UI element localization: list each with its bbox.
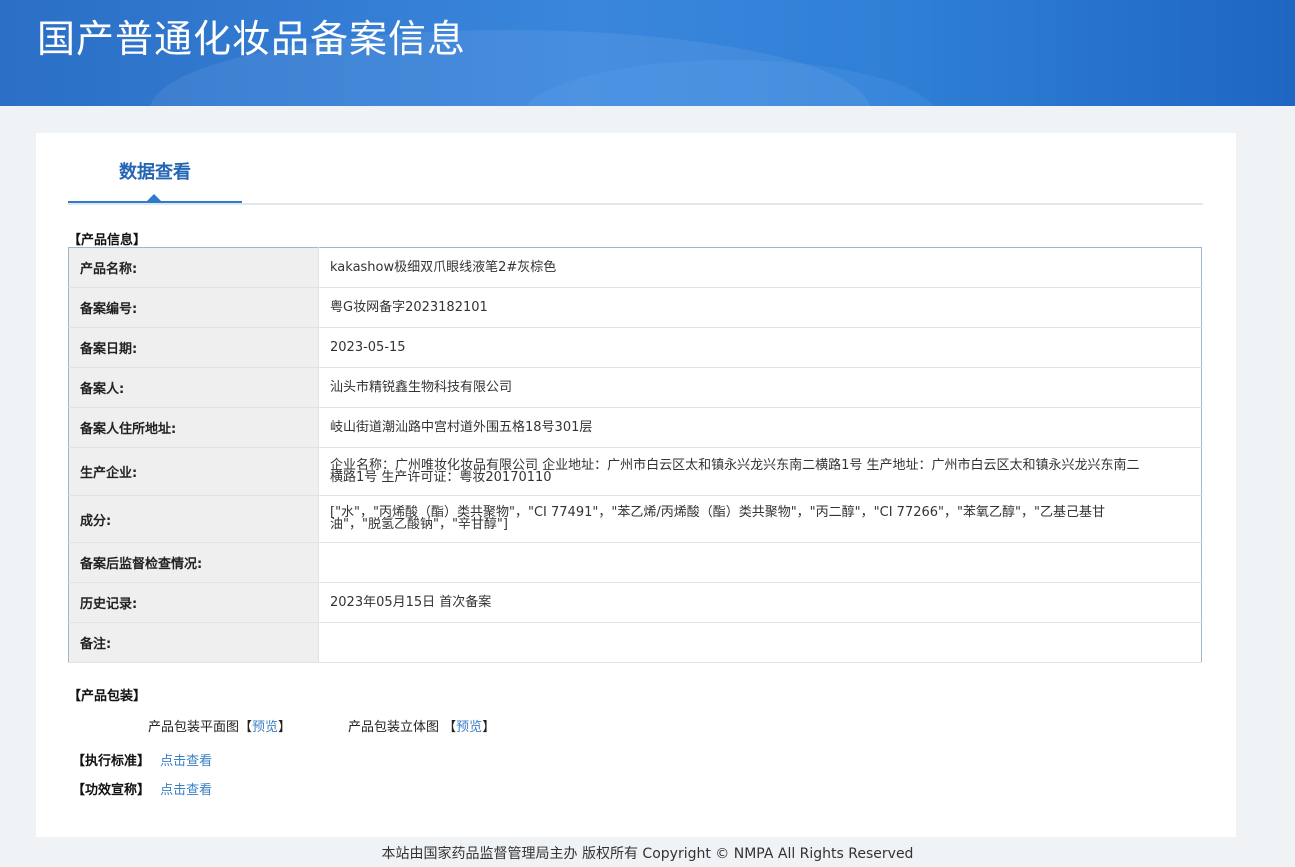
page-title: 国产普通化妆品备案信息 [37, 17, 467, 61]
field-value [318, 542, 1202, 583]
page-header: 国产普通化妆品备案信息 [0, 0, 1295, 106]
table-row: 生产企业: 企业名称：广州唯妆化妆品有限公司 企业地址：广州市白云区太和镇永兴龙兴… [68, 447, 1202, 496]
field-label: 备案编号: [68, 287, 319, 328]
field-label: 历史记录: [68, 582, 319, 623]
tab-label: 数据查看 [119, 162, 191, 183]
table-row: 备案人住所地址: 岐山街道潮汕路中宫村道外围五格18号301层 [68, 407, 1202, 448]
table-row: 产品名称: kakashow极细双爪眼线液笔2#灰棕色 [68, 247, 1202, 288]
packaging-flat-preview-link[interactable]: 预览 [252, 720, 278, 735]
product-info-table: 产品名称: kakashow极细双爪眼线液笔2#灰棕色 备案编号: 粤G妆网备字202… [68, 247, 1202, 663]
field-value: 2023-05-15 [318, 327, 1202, 368]
field-value: 汕头市精锐鑫生物科技有限公司 [318, 367, 1202, 408]
table-row: 备案日期: 2023-05-15 [68, 327, 1202, 368]
field-label: 生产企业: [68, 447, 319, 496]
standard-view-link[interactable]: 点击查看 [160, 754, 212, 769]
field-label: 备案人住所地址: [68, 407, 319, 448]
field-value: 2023年05月15日 首次备案 [318, 582, 1202, 623]
field-value: 粤G妆网备字2023182101 [318, 287, 1202, 328]
packaging-title: 【产品包装】 [68, 689, 147, 704]
efficacy-view-link[interactable]: 点击查看 [160, 783, 212, 798]
standard-row: 【执行标准】 点击查看 [72, 750, 212, 769]
packaging-flat: 产品包装平面图【预览】 [148, 720, 292, 735]
product-info-title: 【产品信息】 [68, 233, 147, 248]
standard-title: 【执行标准】 [72, 754, 151, 769]
field-label: 备案人: [68, 367, 319, 408]
tab-bar: 数据查看 [68, 133, 1203, 205]
page-footer: 本站由国家药品监督管理局主办 版权所有 Copyright © NMPA All… [381, 846, 914, 862]
table-row: 备案后监督检查情况: [68, 542, 1202, 583]
field-value [318, 622, 1202, 663]
tab-data-view[interactable]: 数据查看 [68, 133, 242, 203]
efficacy-row: 【功效宣称】 点击查看 [72, 779, 212, 798]
field-label: 成分: [68, 495, 319, 543]
field-label: 备案日期: [68, 327, 319, 368]
packaging-solid-preview-link[interactable]: 预览 [456, 720, 482, 735]
packaging-flat-label: 产品包装平面图 [148, 720, 240, 735]
efficacy-title: 【功效宣称】 [72, 783, 151, 798]
content-panel: 数据查看 【产品信息】 产品名称: kakashow极细双爪眼线液笔2#灰棕色 备案… [36, 133, 1236, 837]
field-value: ["水"，"丙烯酸（酯）类共聚物"，"CI 77491"，"苯乙烯/丙烯酸（酯）… [318, 495, 1202, 543]
field-label: 产品名称: [68, 247, 319, 288]
table-row: 成分: ["水"，"丙烯酸（酯）类共聚物"，"CI 77491"，"苯乙烯/丙烯酸… [68, 495, 1202, 543]
table-row: 历史记录: 2023年05月15日 首次备案 [68, 582, 1202, 623]
tab-caret-icon [147, 194, 161, 201]
packaging-solid: 产品包装立体图 【预览】 [348, 720, 496, 735]
table-row: 备案编号: 粤G妆网备字2023182101 [68, 287, 1202, 328]
table-row: 备案人: 汕头市精锐鑫生物科技有限公司 [68, 367, 1202, 408]
table-row: 备注: [68, 622, 1202, 663]
field-value: 岐山街道潮汕路中宫村道外围五格18号301层 [318, 407, 1202, 448]
field-value: 企业名称：广州唯妆化妆品有限公司 企业地址：广州市白云区太和镇永兴龙兴东南二横路… [318, 447, 1202, 496]
packaging-solid-label: 产品包装立体图 [348, 720, 440, 735]
field-label: 备注: [68, 622, 319, 663]
field-value: kakashow极细双爪眼线液笔2#灰棕色 [318, 247, 1202, 288]
field-label: 备案后监督检查情况: [68, 542, 319, 583]
